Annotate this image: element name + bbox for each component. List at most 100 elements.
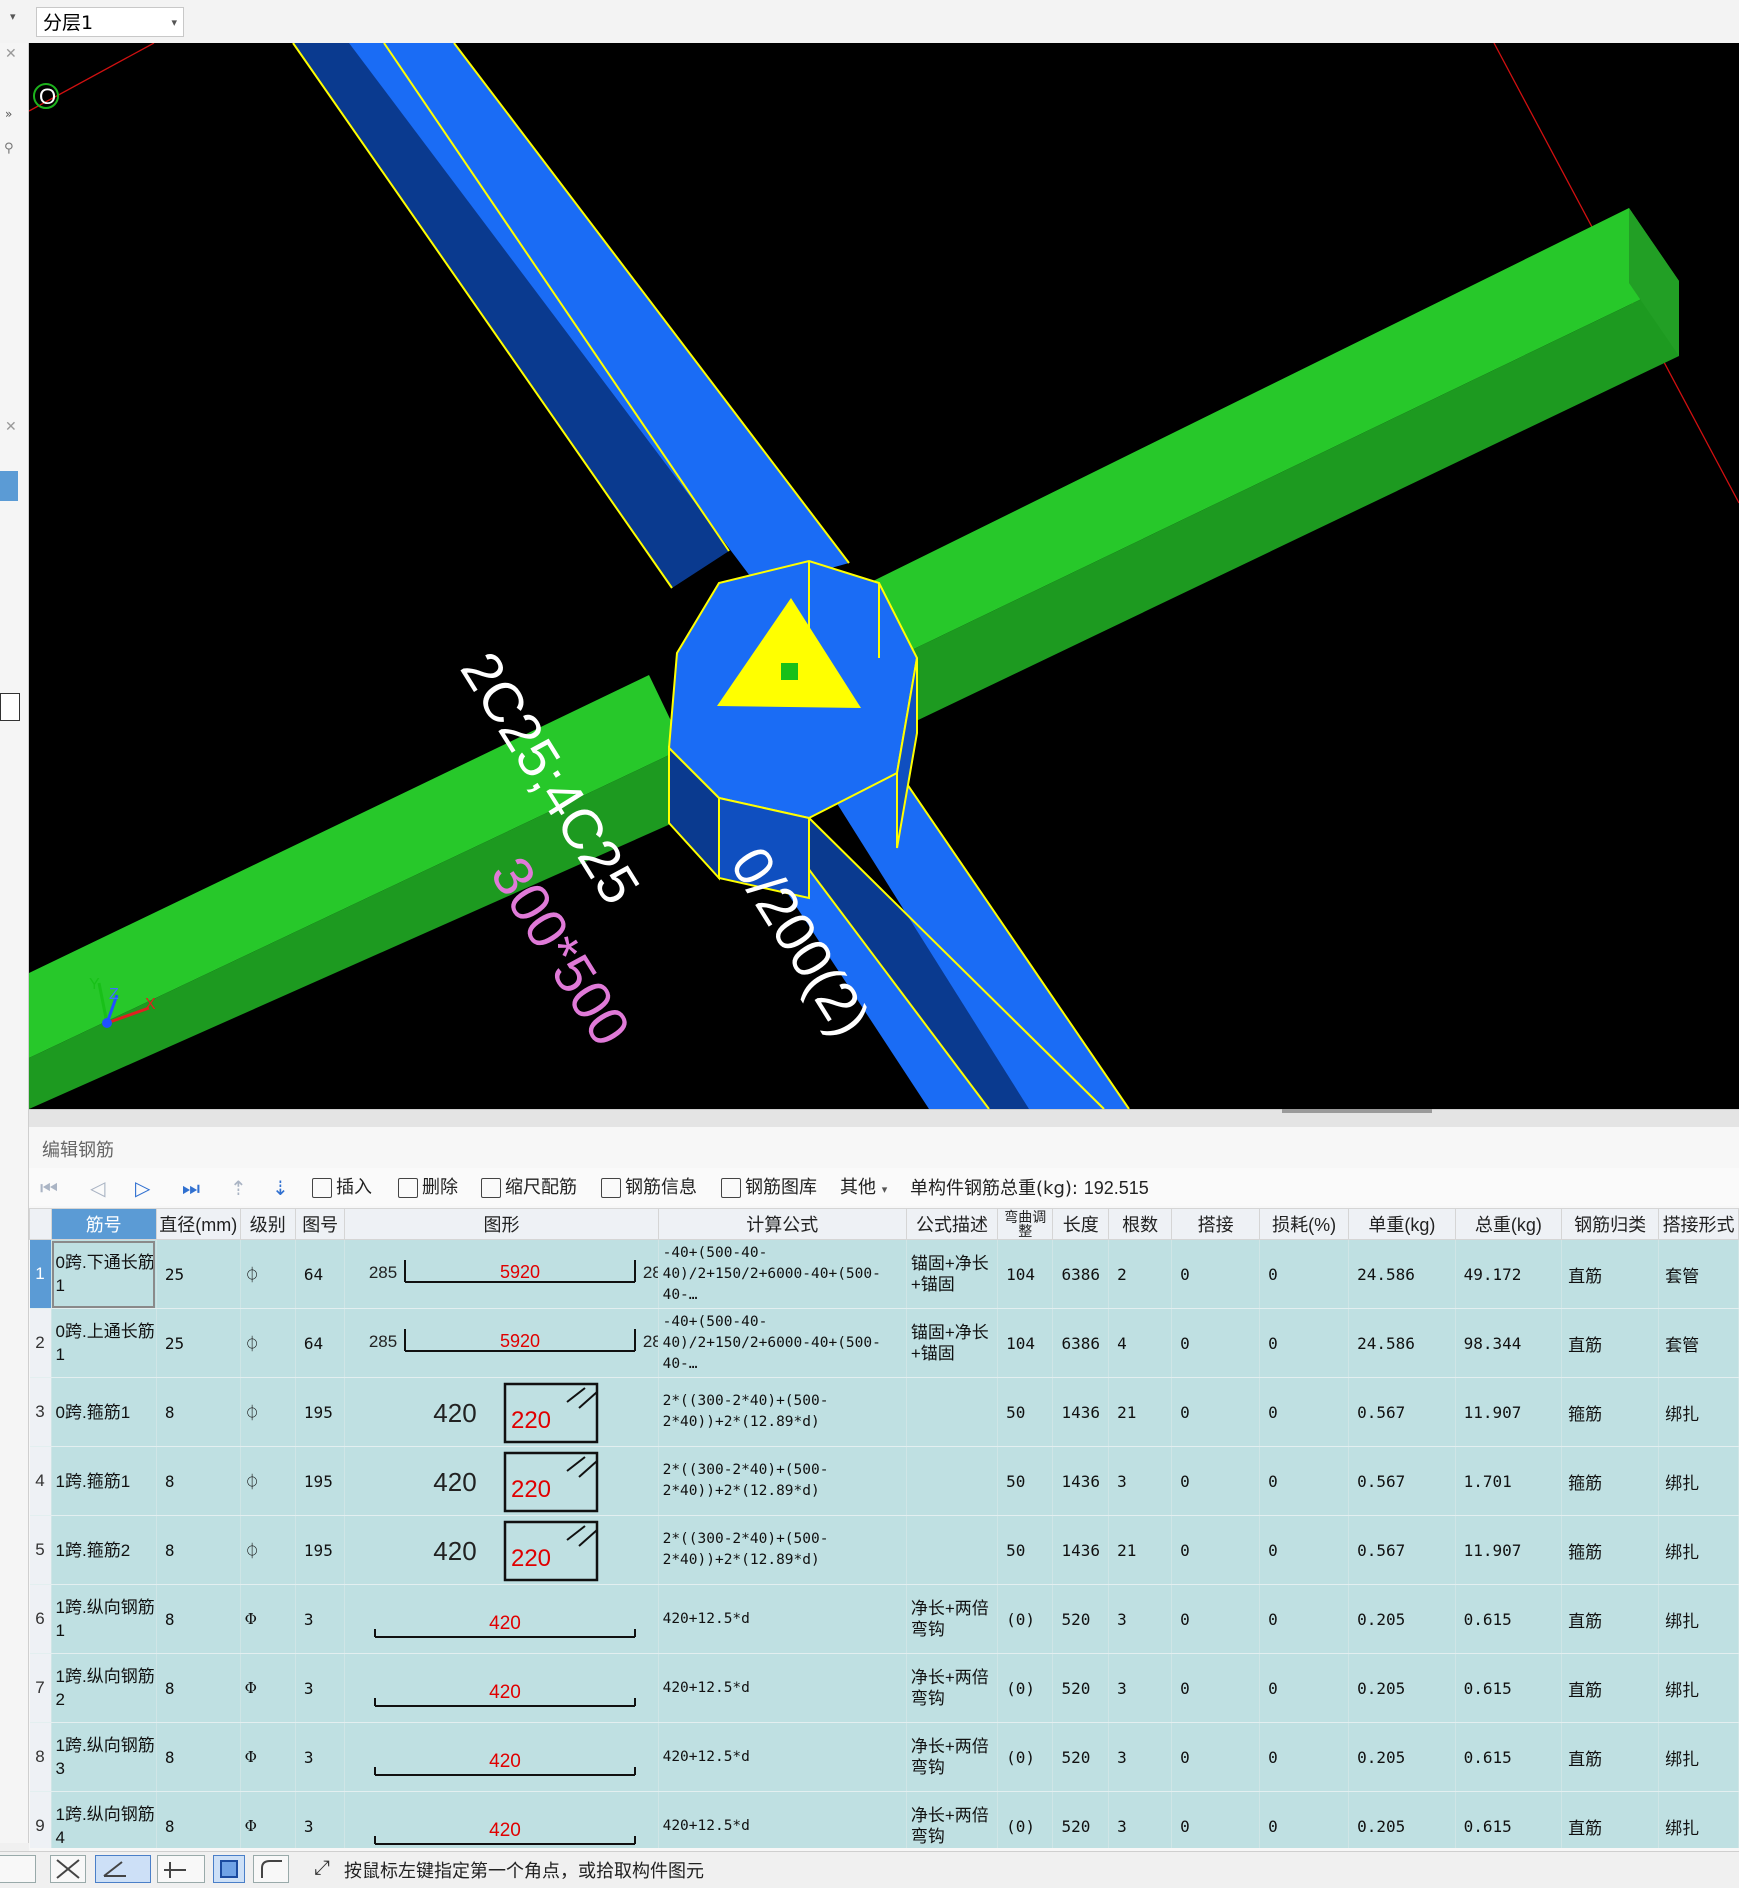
- rebar-class-cell[interactable]: 直筋: [1561, 1584, 1660, 1654]
- grade-cell[interactable]: Φ: [240, 1791, 296, 1848]
- first-record-icon[interactable]: ⏮: [40, 1174, 58, 1202]
- count-cell[interactable]: 21: [1108, 1377, 1173, 1447]
- grade-cell[interactable]: ⏀: [240, 1515, 296, 1585]
- formula-cell[interactable]: 420+12.5*d: [658, 1584, 907, 1654]
- rebar-name-cell[interactable]: 1跨.纵向钢筋1: [51, 1584, 157, 1654]
- lap-cell[interactable]: 0: [1171, 1791, 1261, 1848]
- rebar-shape-cell[interactable]: 420 220: [344, 1515, 659, 1585]
- count-cell[interactable]: 3: [1108, 1791, 1173, 1848]
- total-weight-cell[interactable]: 0.615: [1455, 1653, 1563, 1723]
- lap-cell[interactable]: 0: [1171, 1722, 1261, 1792]
- figure-number-cell[interactable]: 195: [295, 1377, 346, 1447]
- column-header[interactable]: 计算公式: [657, 1208, 907, 1240]
- formula-description-cell[interactable]: 净长+两倍弯钩: [906, 1653, 999, 1723]
- formula-cell[interactable]: 2*((300-2*40)+(500-2*40))+2*(12.89*d): [658, 1377, 907, 1447]
- count-cell[interactable]: 2: [1108, 1239, 1173, 1309]
- table-row[interactable]: 8 1跨.纵向钢筋3 8 Φ 3 420 420+12.5*d 净长+两倍弯钩 (0) 520 3 0…: [29, 1722, 1739, 1792]
- rebar-class-cell[interactable]: 直筋: [1561, 1308, 1660, 1378]
- bend-adjust-cell[interactable]: (0): [997, 1584, 1054, 1654]
- table-row[interactable]: 6 1跨.纵向钢筋1 8 Φ 3 420 420+12.5*d 净长+两倍弯钩 (0) 520 3 0…: [29, 1584, 1739, 1654]
- diameter-cell[interactable]: 8: [156, 1515, 241, 1585]
- count-cell[interactable]: 3: [1108, 1653, 1173, 1723]
- bend-adjust-cell[interactable]: 104: [997, 1239, 1054, 1309]
- rebar-name-cell[interactable]: 1跨.箍筋2: [51, 1515, 157, 1585]
- rebar-class-cell[interactable]: 箍筋: [1561, 1446, 1660, 1516]
- table-row[interactable]: 1 0跨.下通长筋1 25 ⏀ 64 285 5920 285 -40+(500-40-40)/…: [29, 1239, 1739, 1309]
- prev-record-icon[interactable]: ◁: [90, 1174, 105, 1202]
- rebar-class-cell[interactable]: 箍筋: [1561, 1515, 1660, 1585]
- unit-weight-cell[interactable]: 0.567: [1348, 1446, 1456, 1516]
- bend-adjust-cell[interactable]: (0): [997, 1653, 1054, 1723]
- unit-weight-cell[interactable]: 0.205: [1348, 1722, 1456, 1792]
- unit-weight-cell[interactable]: 0.567: [1348, 1515, 1456, 1585]
- rebar-shape-cell[interactable]: 420 220: [344, 1377, 659, 1447]
- lap-cell[interactable]: 0: [1171, 1515, 1261, 1585]
- unit-weight-cell[interactable]: 0.205: [1348, 1791, 1456, 1848]
- count-cell[interactable]: 3: [1108, 1722, 1173, 1792]
- splitter-grip[interactable]: [1282, 1109, 1432, 1113]
- rebar-name-cell[interactable]: 1跨.箍筋1: [51, 1446, 157, 1516]
- rebar-library-button[interactable]: 钢筋图库: [721, 1174, 817, 1202]
- lap-form-cell[interactable]: 绑扎: [1658, 1446, 1739, 1516]
- row-number[interactable]: 5: [29, 1515, 52, 1585]
- rebar-shape-cell[interactable]: 285 5920 285: [344, 1308, 659, 1378]
- bend-adjust-cell[interactable]: (0): [997, 1791, 1054, 1848]
- diameter-cell[interactable]: 8: [156, 1584, 241, 1654]
- total-weight-cell[interactable]: 0.615: [1455, 1722, 1563, 1792]
- row-number[interactable]: 3: [29, 1377, 52, 1447]
- bend-adjust-cell[interactable]: 50: [997, 1446, 1054, 1516]
- diameter-cell[interactable]: 8: [156, 1446, 241, 1516]
- delete-button[interactable]: 删除: [398, 1174, 458, 1202]
- lap-cell[interactable]: 0: [1171, 1377, 1261, 1447]
- unit-weight-cell[interactable]: 0.205: [1348, 1584, 1456, 1654]
- unit-weight-cell[interactable]: 0.567: [1348, 1377, 1456, 1447]
- total-weight-cell[interactable]: 11.907: [1455, 1377, 1563, 1447]
- column-header[interactable]: 图形: [344, 1208, 659, 1240]
- loss-cell[interactable]: 0: [1259, 1791, 1350, 1848]
- length-cell[interactable]: 1436: [1052, 1446, 1110, 1516]
- diameter-cell[interactable]: 25: [156, 1239, 241, 1309]
- loss-cell[interactable]: 0: [1259, 1377, 1350, 1447]
- total-weight-cell[interactable]: 1.701: [1455, 1446, 1563, 1516]
- column-header[interactable]: 长度: [1052, 1208, 1110, 1240]
- count-cell[interactable]: 3: [1108, 1446, 1173, 1516]
- column-header[interactable]: 图号: [294, 1208, 346, 1240]
- bend-adjust-cell[interactable]: 50: [997, 1515, 1054, 1585]
- unit-weight-cell[interactable]: 24.586: [1348, 1308, 1456, 1378]
- diameter-cell[interactable]: 8: [156, 1791, 241, 1848]
- table-row[interactable]: 5 1跨.箍筋2 8 ⏀ 195 420 220 2*((300-2*40)+(500-2*4…: [29, 1515, 1739, 1585]
- formula-description-cell[interactable]: 锚固+净长+锚固: [906, 1308, 999, 1378]
- figure-number-cell[interactable]: 64: [295, 1308, 346, 1378]
- row-number[interactable]: 4: [29, 1446, 52, 1516]
- rebar-name-cell[interactable]: 1跨.纵向钢筋4: [51, 1791, 157, 1848]
- total-weight-cell[interactable]: 98.344: [1455, 1308, 1563, 1378]
- 3d-viewport[interactable]: O 2C25;4C25 300*500 0/200(2) X Y Z: [29, 43, 1739, 1109]
- column-header[interactable]: 直径(mm): [155, 1208, 241, 1240]
- rebar-name-cell[interactable]: 0跨.箍筋1: [51, 1377, 157, 1447]
- rebar-class-cell[interactable]: 直筋: [1561, 1653, 1660, 1723]
- formula-description-cell[interactable]: 净长+两倍弯钩: [906, 1722, 999, 1792]
- loss-cell[interactable]: 0: [1259, 1653, 1350, 1723]
- grade-cell[interactable]: Φ: [240, 1653, 296, 1723]
- layer-select[interactable]: 分层1 ▾: [36, 7, 184, 37]
- row-number[interactable]: 1: [29, 1239, 52, 1309]
- formula-cell[interactable]: 2*((300-2*40)+(500-2*40))+2*(12.89*d): [658, 1515, 907, 1585]
- length-cell[interactable]: 520: [1052, 1791, 1110, 1848]
- loss-cell[interactable]: 0: [1259, 1446, 1350, 1516]
- lap-cell[interactable]: 0: [1171, 1584, 1261, 1654]
- scale-rebar-button[interactable]: 缩尺配筋: [481, 1174, 577, 1202]
- grade-cell[interactable]: Φ: [240, 1722, 296, 1792]
- rebar-class-cell[interactable]: 箍筋: [1561, 1377, 1660, 1447]
- table-row[interactable]: 2 0跨.上通长筋1 25 ⏀ 64 285 5920 285 -40+(500-40-40)/…: [29, 1308, 1739, 1378]
- total-weight-cell[interactable]: 0.615: [1455, 1584, 1563, 1654]
- column-header[interactable]: 根数: [1108, 1208, 1173, 1240]
- cross-select-button[interactable]: [50, 1855, 86, 1883]
- close-icon[interactable]: ✕: [5, 419, 17, 435]
- loss-cell[interactable]: 0: [1259, 1239, 1350, 1309]
- offset-snap-button[interactable]: [157, 1855, 205, 1883]
- column-header[interactable]: 筋号: [50, 1208, 157, 1240]
- count-cell[interactable]: 3: [1108, 1584, 1173, 1654]
- length-cell[interactable]: 1436: [1052, 1377, 1110, 1447]
- diameter-cell[interactable]: 25: [156, 1308, 241, 1378]
- rebar-shape-cell[interactable]: 420 220: [344, 1446, 659, 1516]
